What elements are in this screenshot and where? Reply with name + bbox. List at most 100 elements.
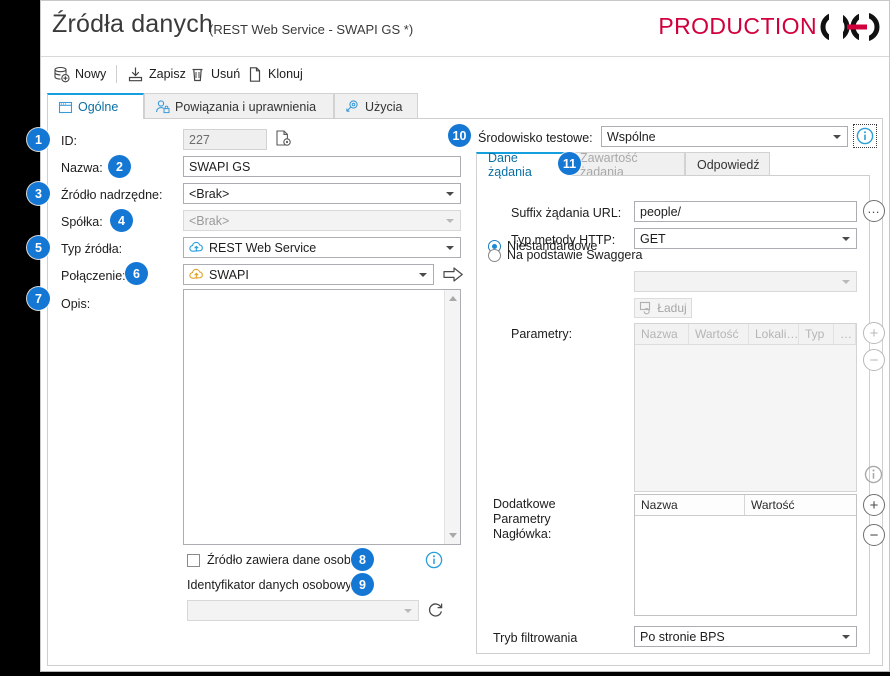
toolbar-label-usun: Usuń	[211, 67, 241, 81]
chevron-down-icon	[446, 191, 454, 196]
label-spolka: Spółka:	[61, 215, 103, 229]
label-suffix-url: Suffix żądania URL:	[511, 206, 622, 220]
trash-icon	[192, 68, 203, 81]
plus-icon: +	[869, 324, 879, 342]
description-scrollbar[interactable]	[444, 290, 460, 544]
label-dodatkowe-parametry-naglowka: Dodatkowe Parametry Nagłówka:	[493, 497, 556, 542]
parameters-grid-header: Nazwa Wartość Lokali… Typ …	[635, 324, 856, 345]
param-col-more: …	[834, 324, 856, 344]
info-icon	[864, 465, 883, 484]
rtab-dane-zadania[interactable]: Dane żądania	[476, 151, 568, 179]
param-col-wartosc: Wartość	[689, 324, 749, 344]
page-subtitle: (REST Web Service - SWAPI GS *)	[209, 22, 414, 37]
test-environment-value: Wspólne	[607, 129, 656, 144]
extra-headers-add-button[interactable]: +	[863, 494, 885, 516]
toolbar-label-nowy: Nowy	[75, 67, 107, 81]
chevron-down-icon	[446, 218, 454, 223]
extra-headers-grid[interactable]: Nazwa Wartość	[634, 494, 857, 616]
parameters-remove-button: −	[863, 349, 885, 371]
load-button-label: Ładuj	[657, 301, 687, 315]
callout-5: 5	[27, 236, 50, 259]
callout-6: 6	[125, 262, 148, 285]
tab-ogolne[interactable]: Ogólne	[47, 93, 144, 119]
screenshot-root: Źródła danych (REST Web Service - SWAPI …	[0, 0, 890, 676]
main-tabstrip: Ogólne Powiązania i uprawnienia Użycia	[47, 93, 883, 119]
tab-powiazania-i-uprawnienia[interactable]: Powiązania i uprawnienia	[144, 93, 334, 119]
toolbar: Nowy Zapisz Usuń Klonuj	[41, 56, 889, 90]
chevron-down-icon	[842, 236, 850, 241]
toolbar-button-usun[interactable]: Usuń	[189, 63, 240, 85]
label-typ-zrodla: Typ źródła:	[61, 242, 123, 256]
rtab-zawartosc-zadania: Zawartość żądania	[568, 151, 685, 179]
personal-data-checkbox-label: Źródło zawiera dane osobowe	[207, 553, 374, 567]
chevron-down-icon	[446, 245, 454, 250]
label-line-2: Parametry	[493, 512, 551, 526]
url-suffix-browse-button[interactable]: …	[863, 200, 885, 222]
tab-label-uzycia: Użycia	[365, 99, 403, 114]
refresh-icon[interactable]	[425, 599, 446, 620]
http-method-combo[interactable]: GET	[634, 228, 857, 249]
swagger-source-combo	[634, 271, 857, 292]
toolbar-button-zapisz[interactable]: Zapisz	[127, 63, 186, 85]
label-srodowisko-testowe: Środowisko testowe:	[478, 131, 593, 145]
personal-data-checkbox[interactable]: Źródło zawiera dane osobowe	[187, 553, 374, 567]
cloud-blue-icon	[189, 241, 203, 252]
window-header: Źródła danych (REST Web Service - SWAPI …	[41, 1, 889, 56]
chevron-down-icon	[833, 134, 841, 139]
filter-mode-combo[interactable]: Po stronie BPS	[634, 626, 857, 647]
label-zrodlo-nadrzedne: Źródło nadrzędne:	[61, 188, 163, 202]
parent-source-combo[interactable]: <Brak>	[183, 183, 461, 204]
copy-page-icon	[249, 66, 261, 82]
http-method-value: GET	[640, 231, 666, 246]
callout-10: 10	[448, 124, 471, 147]
toolbar-button-klonuj[interactable]: Klonuj	[246, 63, 303, 85]
chevron-down-icon	[419, 272, 427, 277]
go-to-connection-arrow-icon[interactable]	[442, 263, 465, 286]
page-title: Źródła danych	[52, 10, 214, 38]
load-button: Ładuj	[634, 298, 692, 318]
ellipsis-icon: …	[867, 201, 881, 216]
header-col-nazwa: Nazwa	[635, 495, 745, 515]
callout-7: 7	[27, 287, 50, 310]
source-type-combo[interactable]: REST Web Service	[183, 237, 461, 258]
description-textarea[interactable]	[183, 289, 461, 545]
plus-icon: +	[869, 496, 879, 514]
info-icon[interactable]	[425, 551, 443, 569]
personal-data-id-combo	[187, 600, 419, 621]
minus-icon: −	[869, 351, 879, 369]
name-field[interactable]: SWAPI GS	[183, 156, 461, 177]
production-logo-icon	[820, 11, 880, 43]
company-combo: <Brak>	[183, 210, 461, 231]
extra-headers-remove-button[interactable]: −	[863, 524, 885, 546]
param-col-typ: Typ	[799, 324, 834, 344]
radio-dot[interactable]	[488, 248, 501, 262]
callout-4: 4	[110, 209, 133, 232]
parameters-grid: Nazwa Wartość Lokali… Typ …	[634, 323, 857, 492]
callout-1: 1	[27, 128, 50, 151]
test-environment-combo[interactable]: Wspólne	[601, 126, 848, 147]
info-icon[interactable]	[856, 127, 874, 145]
tab-uzycia[interactable]: Użycia	[334, 93, 418, 119]
connection-combo[interactable]: SWAPI	[183, 264, 434, 285]
label-line-3: Nagłówka:	[493, 527, 552, 541]
url-suffix-field[interactable]: people/	[634, 201, 857, 222]
callout-9: 9	[351, 573, 374, 596]
label-tryb-filtrowania: Tryb filtrowania	[493, 631, 578, 645]
callout-11: 11	[558, 152, 581, 175]
rtab-label-odpowiedz: Odpowiedź	[697, 157, 760, 172]
checkbox-box[interactable]	[187, 553, 200, 567]
connection-value: SWAPI	[209, 267, 249, 282]
param-col-nazwa: Nazwa	[635, 324, 689, 344]
scroll-up-icon[interactable]	[449, 296, 457, 301]
parameters-add-button: +	[863, 322, 885, 344]
rtab-odpowiedz[interactable]: Odpowiedź	[685, 152, 770, 176]
label-nazwa: Nazwa:	[61, 161, 103, 175]
param-col-lokalizacja: Lokali…	[749, 324, 799, 344]
radio-na-podstawie-swaggera[interactable]: Na podstawie Swaggera	[488, 248, 643, 262]
page-gear-icon[interactable]	[274, 129, 293, 148]
database-add-icon	[54, 66, 70, 82]
load-icon	[640, 301, 651, 315]
toolbar-button-nowy[interactable]: Nowy	[53, 63, 106, 85]
scroll-down-icon[interactable]	[449, 533, 457, 538]
id-field: 227	[183, 129, 267, 150]
